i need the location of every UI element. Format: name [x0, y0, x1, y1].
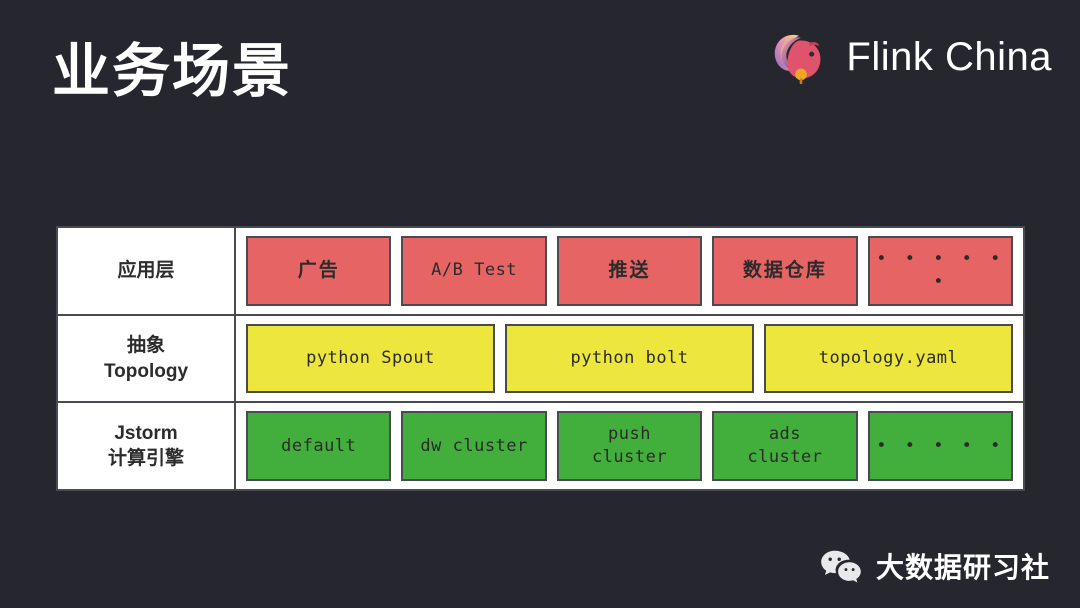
layer-cell: dw cluster [401, 411, 547, 482]
layer-row-label: Jstorm 计算引擎 [58, 403, 236, 490]
layer-cell: • • • • • [867, 411, 1014, 482]
layer-cell: 数据仓库 [712, 236, 858, 306]
brand-logo: Flink China [770, 26, 1052, 88]
layer-cell: topology.yaml [764, 323, 1013, 394]
layer-cell: ads cluster [712, 411, 858, 482]
layer-cell: default [246, 411, 392, 482]
layer-cell: python bolt [505, 323, 754, 394]
footer-credit: 大数据研习社 [819, 546, 1050, 586]
flink-squirrel-icon [770, 26, 832, 88]
layer-row-label: 抽象 Topology [58, 315, 236, 402]
footer-credit-label: 大数据研习社 [875, 552, 1050, 583]
architecture-diagram: 应用层 广告 A/B Test 推送 数据仓库 • • • • • • 抽象 Topolog… [56, 226, 1025, 491]
layer-row-cells: default dw cluster push cluster ads cluster… [236, 403, 1023, 489]
layer-row-label: 应用层 [58, 228, 236, 314]
wechat-icon [819, 548, 863, 584]
layer-cell: push cluster [556, 411, 703, 482]
layer-row: 抽象 Topology python Spout python bolt topolo… [58, 315, 1023, 404]
brand-name: Flink China [846, 34, 1052, 79]
layer-row-cells: python Spout python bolt topology.yaml [236, 316, 1023, 402]
layer-row: 应用层 广告 A/B Test 推送 数据仓库 • • • • • • [58, 228, 1023, 316]
layer-row-cells: 广告 A/B Test 推送 数据仓库 • • • • • • [236, 228, 1023, 314]
layer-cell: python Spout [246, 323, 495, 394]
layer-cell: A/B Test [401, 236, 547, 306]
layer-row: Jstorm 计算引擎 default dw cluster push cluster… [58, 403, 1023, 490]
layer-cell: 推送 [556, 236, 703, 306]
layer-cell: 广告 [246, 236, 392, 306]
layer-cell: • • • • • • [867, 236, 1014, 306]
page-title: 业务场景 [52, 39, 293, 104]
